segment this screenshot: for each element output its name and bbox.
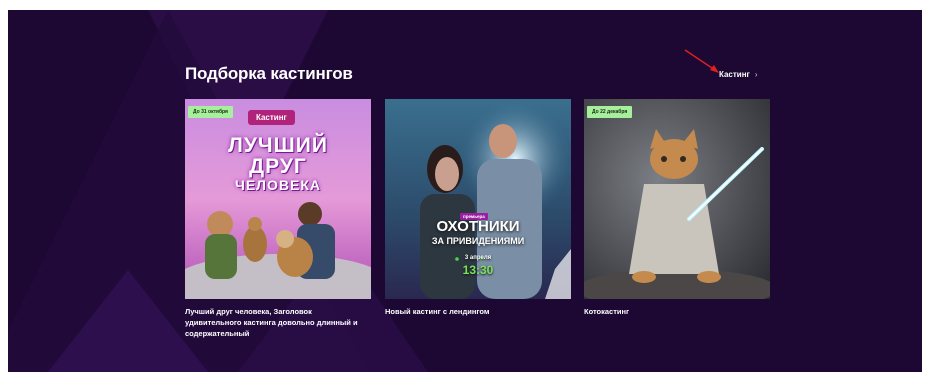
deadline-badge: До 22 декабря bbox=[587, 106, 633, 118]
poster-date: 3 апреля bbox=[464, 255, 492, 261]
deadline-badge: До 31 октября bbox=[188, 106, 233, 118]
card-title[interactable]: Лучший друг человека, Заголовок удивител… bbox=[185, 306, 369, 339]
poster-line-2: ЗА ПРИВИДЕНИЯМИ bbox=[431, 236, 525, 246]
casting-link-label: Кастинг bbox=[719, 70, 750, 79]
card-1-poster[interactable]: До 31 октября Кастинг ЛУЧШИЙ ДРУГ ЧЕЛОВЕ… bbox=[185, 99, 371, 299]
casting-card-2[interactable]: премьера ОХОТНИКИ ЗА ПРИВИДЕНИЯМИ 3 апре… bbox=[385, 99, 571, 317]
jedi-cat-poster-image bbox=[584, 99, 770, 299]
poster-line-1: ОХОТНИКИ bbox=[436, 218, 520, 235]
casting-card-3[interactable]: До 22 декабря Котокастинг bbox=[584, 99, 770, 317]
casting-section: Подборка кастингов Кастинг › До 31 октяб… bbox=[8, 10, 922, 372]
chevron-right-icon: › bbox=[754, 70, 758, 79]
card-title[interactable]: Новый кастинг с лендингом bbox=[385, 306, 569, 317]
poster-line-3: ЧЕЛОВЕКА bbox=[235, 177, 321, 193]
poster-line-2: ДРУГ bbox=[249, 155, 307, 178]
casting-card-1[interactable]: До 31 октября Кастинг ЛУЧШИЙ ДРУГ ЧЕЛОВЕ… bbox=[185, 99, 371, 339]
card-3-poster[interactable]: До 22 декабря bbox=[584, 99, 770, 299]
dog-friend-poster-image bbox=[185, 99, 371, 299]
annotation-arrow-icon bbox=[684, 49, 719, 73]
card-title[interactable]: Котокастинг bbox=[584, 306, 768, 317]
card-2-poster[interactable]: премьера ОХОТНИКИ ЗА ПРИВИДЕНИЯМИ 3 апре… bbox=[385, 99, 571, 299]
section-title: Подборка кастингов bbox=[185, 64, 353, 83]
casting-link[interactable]: Кастинг › bbox=[719, 70, 758, 79]
poster-pill: Кастинг bbox=[248, 110, 295, 125]
poster-time: 13:30 bbox=[462, 263, 494, 277]
